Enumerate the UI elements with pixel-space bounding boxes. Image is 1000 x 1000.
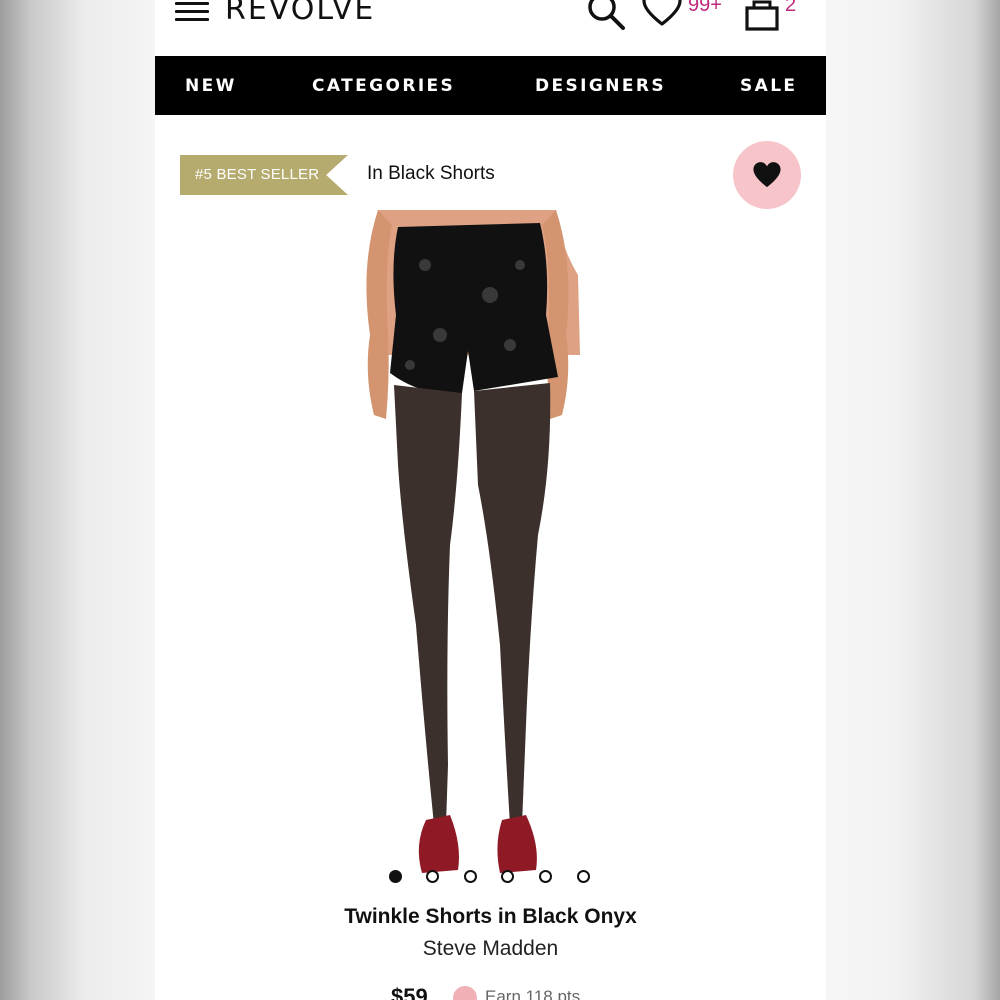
search-icon[interactable] <box>585 0 627 32</box>
carousel-dots <box>389 870 609 886</box>
carousel-dot[interactable] <box>501 870 514 883</box>
menu-icon[interactable] <box>175 2 209 22</box>
phone-screen: REVOLVE 99+ 2 NEW CATEGORIES DESIGNERS S… <box>155 0 826 1000</box>
best-seller-badge: #5 BEST SELLER <box>180 155 348 195</box>
reward-points: Earn 118 pts <box>485 987 581 1000</box>
favorite-button[interactable] <box>733 141 801 209</box>
carousel-dot[interactable] <box>539 870 552 883</box>
bag-icon[interactable] <box>743 0 781 32</box>
nav-sale[interactable]: SALE <box>740 76 797 96</box>
carousel-dot[interactable] <box>389 870 402 883</box>
nav-new[interactable]: NEW <box>185 76 237 96</box>
carousel-dot[interactable] <box>464 870 477 883</box>
main-nav: NEW CATEGORIES DESIGNERS SALE <box>155 56 826 115</box>
site-header: REVOLVE 99+ 2 <box>155 0 826 56</box>
carousel-dot[interactable] <box>426 870 439 883</box>
nav-designers[interactable]: DESIGNERS <box>535 76 666 96</box>
wishlist-count: 99+ <box>688 0 722 16</box>
best-seller-category[interactable]: In Black Shorts <box>367 163 495 185</box>
site-logo[interactable]: REVOLVE <box>225 0 375 27</box>
product-image[interactable] <box>350 205 650 895</box>
product-price: $59 <box>391 984 428 1000</box>
nav-categories[interactable]: CATEGORIES <box>312 76 455 96</box>
product-title: Twinkle Shorts in Black Onyx <box>344 905 637 928</box>
heart-icon[interactable] <box>641 0 683 28</box>
left-backdrop <box>0 0 155 1000</box>
carousel-dot[interactable] <box>577 870 590 883</box>
heart-filled-icon <box>753 162 781 188</box>
product-designer[interactable]: Steve Madden <box>155 937 826 961</box>
bag-count: 2 <box>785 0 797 16</box>
right-backdrop <box>826 0 1000 1000</box>
rewards-icon <box>453 986 477 1000</box>
